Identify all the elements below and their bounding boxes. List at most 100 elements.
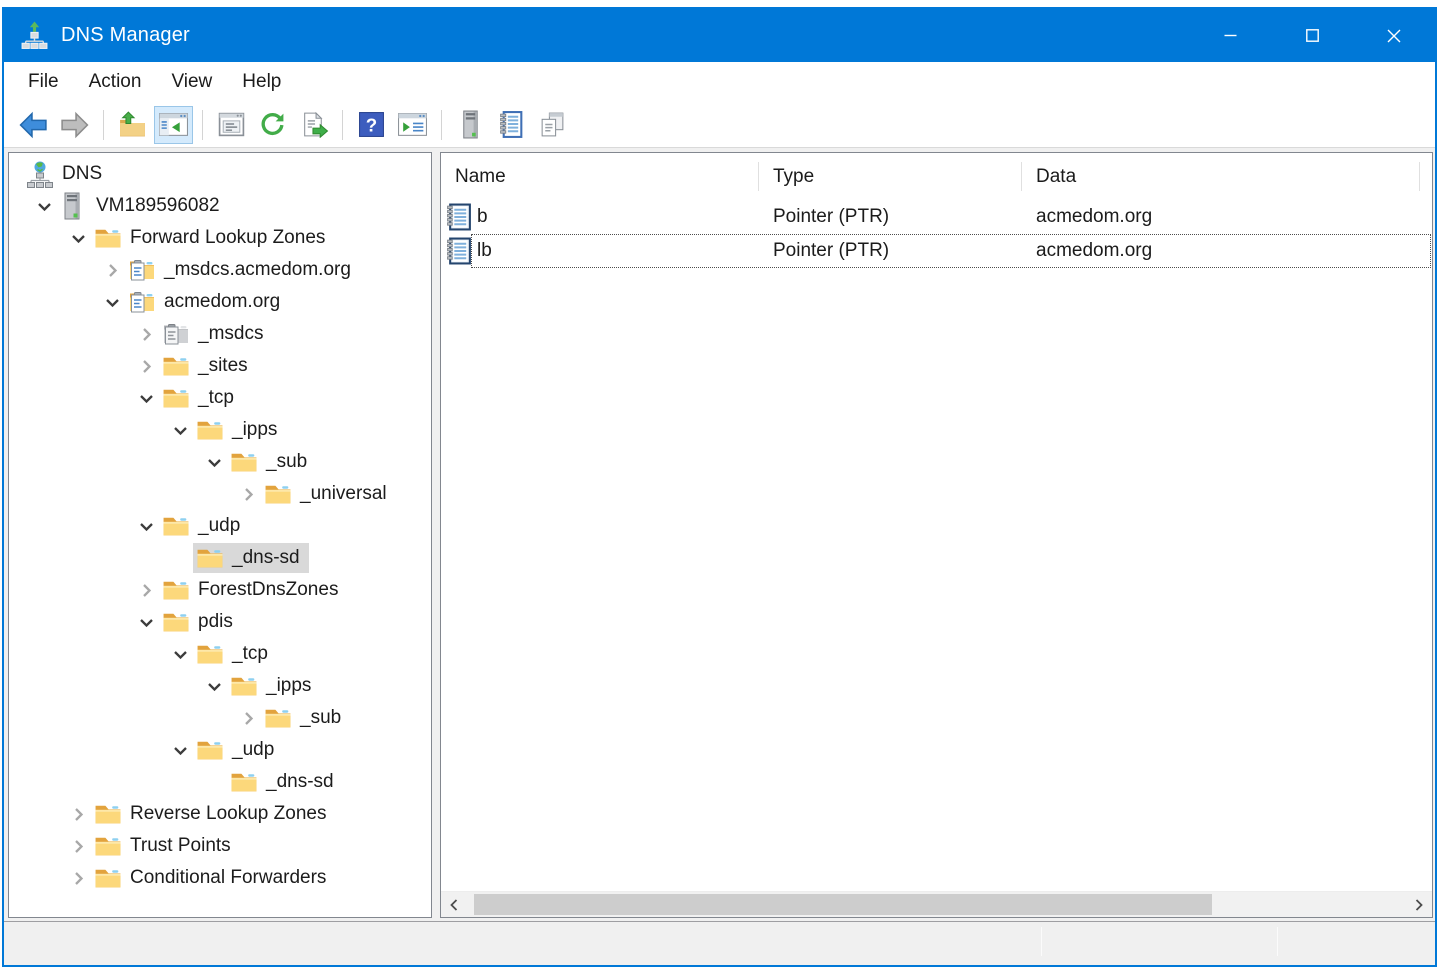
chevron-right-icon[interactable]: [65, 866, 91, 890]
tree-item--ipps[interactable]: _ipps: [9, 670, 431, 702]
chevron-right-icon[interactable]: [65, 802, 91, 826]
tree-item--sub[interactable]: _sub: [9, 702, 431, 734]
record-row-lb[interactable]: lbPointer (PTR)acmedom.org: [441, 234, 1432, 268]
tree-item-dns[interactable]: DNS: [9, 158, 431, 190]
tree-item-label: _ipps: [266, 675, 311, 697]
server-status-button[interactable]: [451, 106, 490, 144]
tree-node[interactable]: _msdcs.acmedom.org: [125, 255, 360, 285]
tree-item--tcp[interactable]: _tcp: [9, 638, 431, 670]
chevron-down-icon[interactable]: [133, 514, 159, 538]
expander-spacer: [167, 546, 193, 570]
chevron-right-icon[interactable]: [133, 578, 159, 602]
copy-button[interactable]: [533, 106, 572, 144]
tree-node[interactable]: _sub: [227, 447, 316, 477]
properties-button[interactable]: [212, 106, 251, 144]
tree-item--ipps[interactable]: _ipps: [9, 414, 431, 446]
chevron-down-icon[interactable]: [133, 386, 159, 410]
menu-view[interactable]: View: [156, 71, 227, 93]
tree-item-vm189596082[interactable]: VM189596082: [9, 190, 431, 222]
column-header-type[interactable]: Type: [759, 153, 1022, 200]
export-list-button[interactable]: [294, 106, 333, 144]
up-one-level-button[interactable]: [113, 106, 152, 144]
chevron-down-icon[interactable]: [167, 418, 193, 442]
tree-item--sub[interactable]: _sub: [9, 446, 431, 478]
record-row-b[interactable]: bPointer (PTR)acmedom.org: [441, 200, 1432, 234]
tree-node[interactable]: _tcp: [193, 639, 277, 669]
tree-item--udp[interactable]: _udp: [9, 510, 431, 542]
chevron-right-icon[interactable]: [99, 258, 125, 282]
console-window-icon: [397, 111, 428, 138]
chevron-right-icon[interactable]: [235, 706, 261, 730]
chevron-right-icon[interactable]: [235, 482, 261, 506]
tree-node[interactable]: _tcp: [159, 383, 243, 413]
tree-item-forestdnszones[interactable]: ForestDnsZones: [9, 574, 431, 606]
column-header-name[interactable]: Name: [441, 153, 759, 200]
tree-item-label: _sub: [300, 707, 341, 729]
tree-item--tcp[interactable]: _tcp: [9, 382, 431, 414]
tree-item-pdis[interactable]: pdis: [9, 606, 431, 638]
record-icon: [447, 237, 473, 265]
chevron-down-icon[interactable]: [65, 226, 91, 250]
menu-action[interactable]: Action: [74, 71, 157, 93]
close-button[interactable]: [1353, 9, 1435, 62]
tree-node[interactable]: VM189596082: [57, 191, 229, 221]
help-button[interactable]: ?: [352, 106, 391, 144]
selected-tree-node[interactable]: _dns-sd: [193, 543, 309, 573]
tree-item--dns-sd[interactable]: _dns-sd: [9, 542, 431, 574]
refresh-button[interactable]: [253, 106, 292, 144]
tree-item--msdcs-acmedom-org[interactable]: _msdcs.acmedom.org: [9, 254, 431, 286]
show-hide-console-tree-button[interactable]: [154, 106, 193, 144]
menu-help[interactable]: Help: [227, 71, 296, 93]
chevron-down-icon[interactable]: [167, 738, 193, 762]
chevron-right-icon[interactable]: [133, 322, 159, 346]
back-button[interactable]: [14, 106, 53, 144]
chevron-down-icon[interactable]: [201, 450, 227, 474]
tree-node[interactable]: Conditional Forwarders: [91, 863, 335, 893]
tree-item--udp[interactable]: _udp: [9, 734, 431, 766]
chevron-right-icon[interactable]: [65, 834, 91, 858]
chevron-right-icon[interactable]: [133, 354, 159, 378]
tree-node[interactable]: _sites: [159, 351, 257, 381]
tree-item--dns-sd[interactable]: _dns-sd: [9, 766, 431, 798]
tree-node[interactable]: pdis: [159, 607, 242, 637]
tree-node[interactable]: Reverse Lookup Zones: [91, 799, 335, 829]
menu-file[interactable]: File: [13, 71, 74, 93]
chevron-down-icon[interactable]: [133, 610, 159, 634]
tree-node[interactable]: acmedom.org: [125, 287, 289, 317]
toolbar-separator: [342, 110, 343, 140]
chevron-down-icon[interactable]: [99, 290, 125, 314]
tree-node[interactable]: ForestDnsZones: [159, 575, 347, 605]
console-window-button[interactable]: [393, 106, 432, 144]
tree-node[interactable]: _msdcs: [159, 319, 272, 349]
tree-node[interactable]: _universal: [261, 479, 396, 509]
tree-node[interactable]: _udp: [193, 735, 283, 765]
chevron-down-icon[interactable]: [31, 194, 57, 218]
tree-node[interactable]: Trust Points: [91, 831, 240, 861]
tree-item--universal[interactable]: _universal: [9, 478, 431, 510]
tree-item-conditional-forwarders[interactable]: Conditional Forwarders: [9, 862, 431, 894]
tree-node[interactable]: _udp: [159, 511, 249, 541]
tree-node[interactable]: _ipps: [227, 671, 320, 701]
chevron-down-icon[interactable]: [167, 642, 193, 666]
tree-node[interactable]: _sub: [261, 703, 350, 733]
chevron-down-icon[interactable]: [201, 674, 227, 698]
tree-item--sites[interactable]: _sites: [9, 350, 431, 382]
tree-item-forward-lookup-zones[interactable]: Forward Lookup Zones: [9, 222, 431, 254]
tree-item--msdcs[interactable]: _msdcs: [9, 318, 431, 350]
scroll-right-arrow-icon[interactable]: [1406, 892, 1432, 917]
tree-node[interactable]: Forward Lookup Zones: [91, 223, 334, 253]
scrollbar-thumb[interactable]: [474, 894, 1212, 915]
record-list-button[interactable]: [492, 106, 531, 144]
tree-item-reverse-lookup-zones[interactable]: Reverse Lookup Zones: [9, 798, 431, 830]
forward-button[interactable]: [55, 106, 94, 144]
tree-node[interactable]: _ipps: [193, 415, 286, 445]
column-header-data[interactable]: Data: [1022, 153, 1420, 200]
minimize-button[interactable]: [1189, 9, 1271, 62]
tree-item-acmedom-org[interactable]: acmedom.org: [9, 286, 431, 318]
scroll-left-arrow-icon[interactable]: [441, 892, 467, 917]
tree-node[interactable]: DNS: [23, 159, 111, 189]
maximize-button[interactable]: [1271, 9, 1353, 62]
tree-node[interactable]: _dns-sd: [227, 767, 343, 797]
tree-item-trust-points[interactable]: Trust Points: [9, 830, 431, 862]
horizontal-scrollbar[interactable]: [441, 891, 1432, 917]
